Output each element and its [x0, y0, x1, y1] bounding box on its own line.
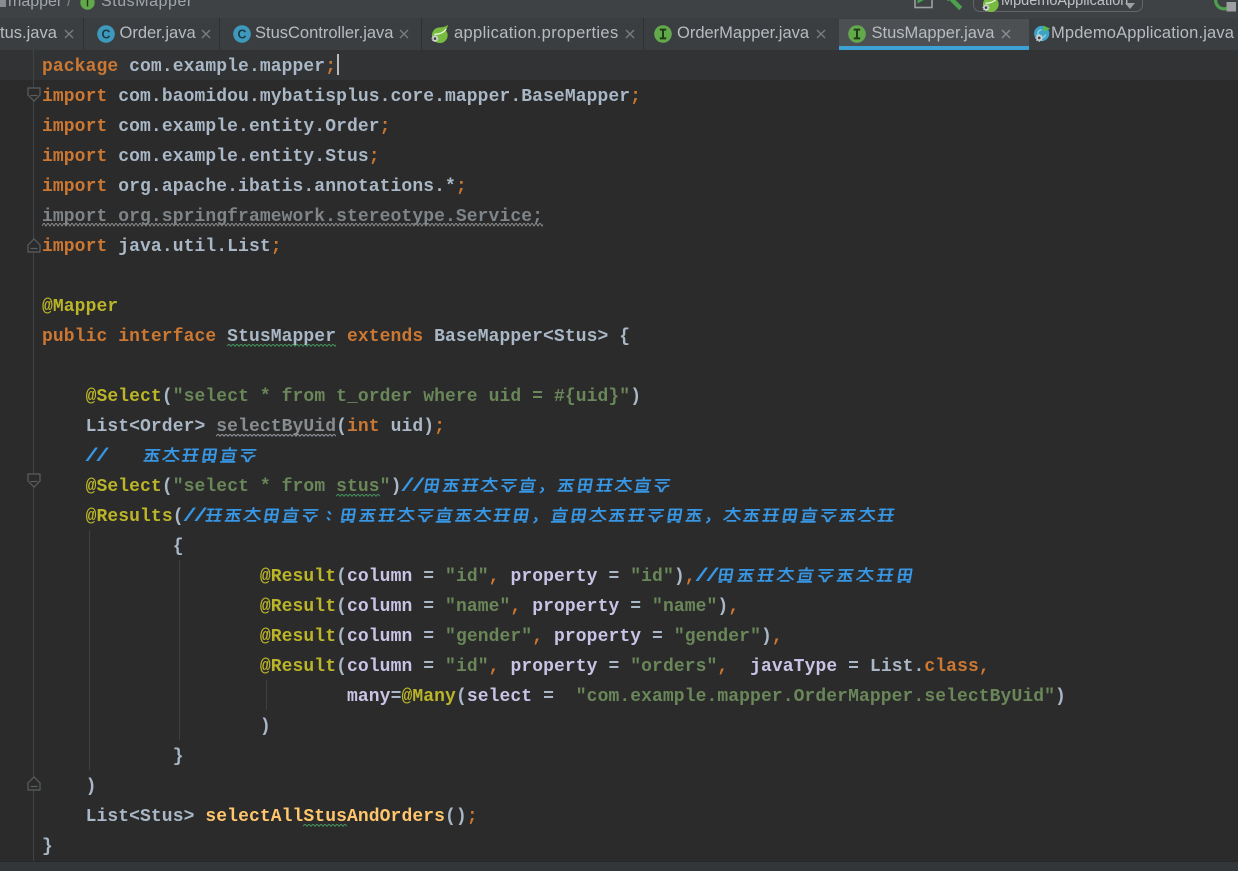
svg-text:C: C [101, 27, 110, 41]
svg-text:I: I [86, 0, 89, 10]
svg-text:C: C [237, 27, 246, 41]
